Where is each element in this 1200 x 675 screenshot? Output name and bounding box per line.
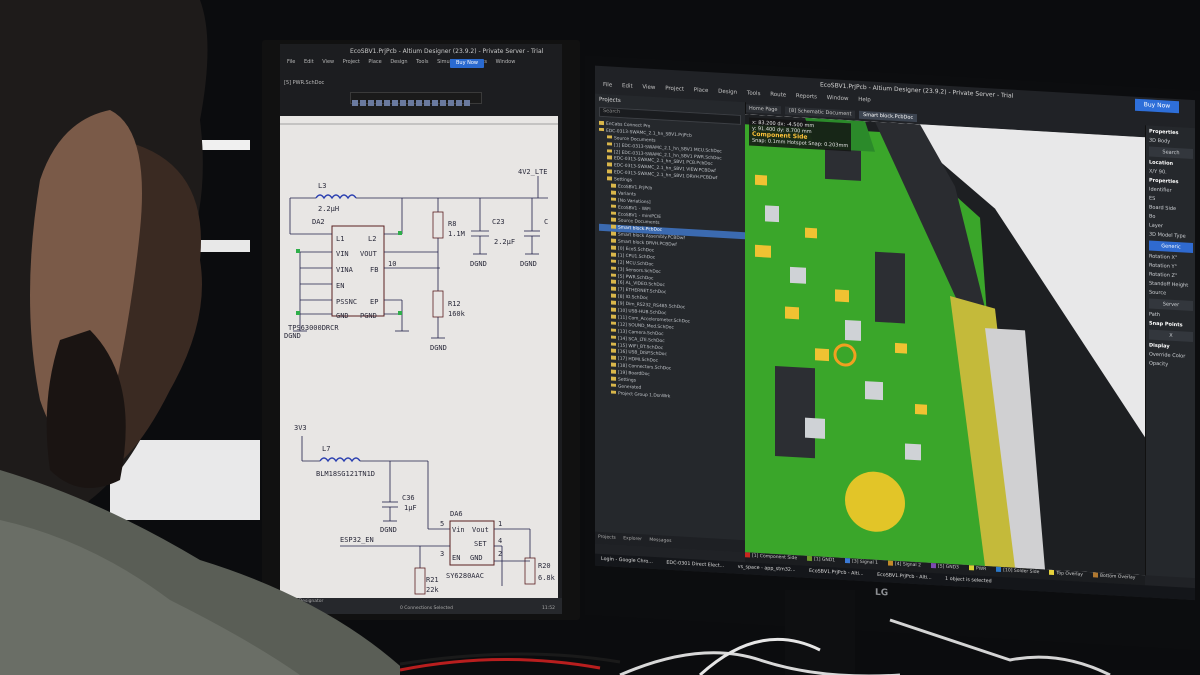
- photo-scene: EcoSBV1.PrjPcb - Altium Designer (23.9.2…: [0, 0, 1200, 675]
- person: [0, 0, 400, 675]
